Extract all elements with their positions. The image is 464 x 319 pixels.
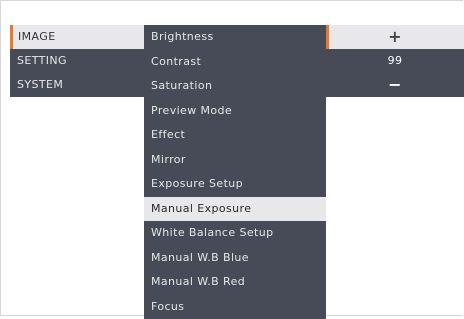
submenu-item-focus[interactable]: Focus: [144, 295, 326, 319]
main-menu: IMAGE SETTING SYSTEM: [10, 25, 144, 97]
increase-button[interactable]: +: [326, 25, 464, 49]
minus-icon: −: [388, 75, 402, 94]
image-submenu: Brightness Contrast Saturation Preview M…: [144, 25, 326, 319]
submenu-item-preview-mode[interactable]: Preview Mode: [144, 99, 326, 124]
decrease-button[interactable]: −: [326, 73, 464, 97]
submenu-item-saturation[interactable]: Saturation: [144, 74, 326, 99]
submenu-item-manual-wb-red[interactable]: Manual W.B Red: [144, 270, 326, 295]
current-value: 99: [388, 54, 403, 67]
submenu-item-white-balance-setup[interactable]: White Balance Setup: [144, 221, 326, 246]
main-menu-item-image[interactable]: IMAGE: [10, 25, 144, 49]
submenu-item-exposure-setup[interactable]: Exposure Setup: [144, 172, 326, 197]
value-display: 99: [326, 49, 464, 73]
submenu-item-brightness[interactable]: Brightness: [144, 25, 326, 50]
submenu-item-manual-exposure[interactable]: Manual Exposure: [144, 197, 326, 222]
value-adjust-panel: + 99 −: [326, 25, 464, 97]
plus-icon: +: [388, 27, 402, 46]
selection-accent: [326, 25, 329, 49]
main-menu-item-setting[interactable]: SETTING: [10, 49, 144, 73]
submenu-item-mirror[interactable]: Mirror: [144, 148, 326, 173]
submenu-item-manual-wb-blue[interactable]: Manual W.B Blue: [144, 246, 326, 271]
submenu-item-contrast[interactable]: Contrast: [144, 50, 326, 75]
submenu-item-effect[interactable]: Effect: [144, 123, 326, 148]
main-menu-item-system[interactable]: SYSTEM: [10, 73, 144, 97]
